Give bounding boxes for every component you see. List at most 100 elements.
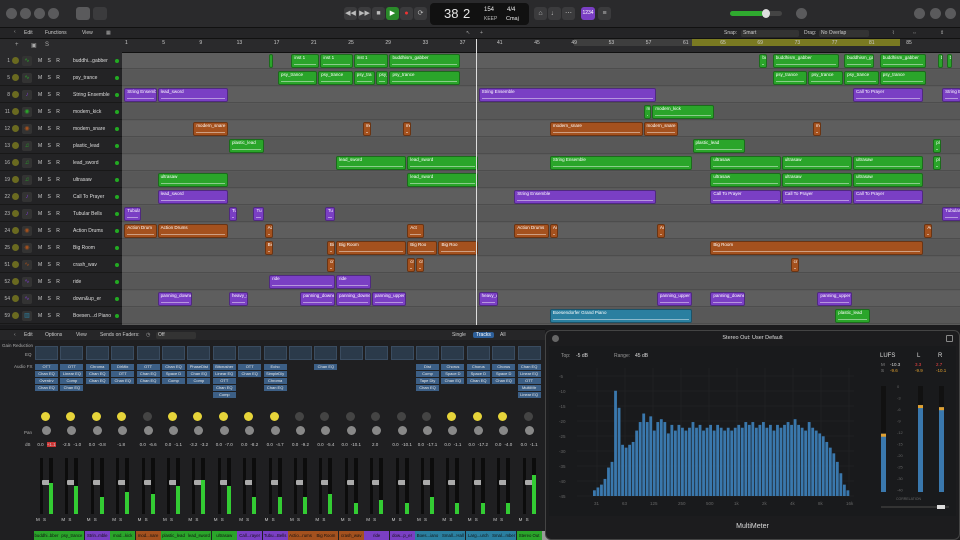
region[interactable]: ride: [269, 275, 335, 289]
cycle-region-left[interactable]: [574, 39, 692, 46]
volume-fader[interactable]: [497, 458, 510, 514]
global-tracks-icon[interactable]: S: [45, 42, 49, 48]
eq-thumbnail[interactable]: [441, 346, 465, 360]
power-icon[interactable]: [12, 57, 19, 64]
plugin-slot[interactable]: Chan EQ: [136, 371, 160, 377]
mute-solo-record-buttons[interactable]: M S R: [38, 245, 62, 251]
region[interactable]: Call To Prayer: [781, 190, 852, 204]
channel-name-label[interactable]: Smal...mber: [491, 531, 517, 540]
power-icon[interactable]: [12, 312, 19, 319]
region[interactable]: Action Drum: [124, 224, 157, 238]
track-name[interactable]: down&up_er: [73, 296, 101, 302]
track-name[interactable]: psy_trance: [73, 75, 97, 81]
channel-name-label[interactable]: mod...nare: [135, 531, 161, 540]
plugin-slot[interactable]: Chan EQ: [492, 378, 516, 384]
power-icon[interactable]: [12, 261, 19, 268]
mute-solo-buttons[interactable]: M S: [315, 517, 326, 522]
region[interactable]: mo: [402, 122, 411, 136]
region[interactable]: buddhism_gabber: [389, 54, 460, 68]
volume-fader[interactable]: [522, 458, 535, 514]
region[interactable]: Act: [656, 224, 665, 238]
region[interactable]: Tubular: [942, 207, 960, 221]
region[interactable]: modern_snare: [193, 122, 228, 136]
track-header[interactable]: 8 ♪ M S R String Ensemble: [0, 87, 122, 103]
track-header[interactable]: 13 ♫ M S R plastic_lead: [0, 138, 122, 154]
pointer-tool-icon[interactable]: ↖: [466, 30, 470, 36]
tuner-icon[interactable]: ⌂: [534, 7, 547, 20]
single-tab[interactable]: Single: [452, 332, 466, 338]
track-header[interactable]: 59 ▥ M S R Boesen...d Piano: [0, 308, 122, 324]
eq-thumbnail[interactable]: [263, 346, 287, 360]
plugin-slot[interactable]: Tape Dly: [416, 378, 439, 384]
volume-fader[interactable]: [421, 458, 433, 514]
plugin-slot[interactable]: OTT: [212, 378, 236, 384]
mute-solo-record-buttons[interactable]: M S R: [38, 211, 62, 217]
plugin-slot[interactable]: Linear EQ: [517, 392, 541, 398]
region[interactable]: Big Roo: [438, 241, 478, 255]
volume-readout[interactable]: -1.8: [110, 442, 135, 447]
mute-solo-record-buttons[interactable]: M S R: [38, 92, 62, 98]
power-icon[interactable]: [12, 227, 19, 234]
pan-knob[interactable]: [42, 426, 51, 435]
rewind-icon[interactable]: ◀◀: [344, 7, 357, 20]
region[interactable]: lead_sword: [407, 173, 478, 187]
volume-readout[interactable]: 0.0 -4.7: [263, 442, 288, 447]
plugin-slot[interactable]: Overdrv: [35, 378, 58, 384]
track-header[interactable]: 25 ◉ M S R Big Room: [0, 240, 122, 256]
plugin-slot[interactable]: Chan EQ: [35, 385, 58, 391]
region[interactable]: cr: [327, 258, 335, 272]
plugin-slot[interactable]: Chan EQ: [162, 364, 185, 370]
region[interactable]: psy_trance: [278, 71, 318, 85]
mute-solo-buttons[interactable]: M S: [214, 517, 225, 522]
playhead[interactable]: [476, 39, 477, 325]
volume-fader[interactable]: [344, 458, 357, 514]
region[interactable]: buddhism_gabber: [844, 54, 875, 68]
eq-thumbnail[interactable]: [212, 346, 236, 360]
mute-solo-record-buttons[interactable]: M S R: [38, 313, 62, 319]
power-icon[interactable]: [12, 176, 19, 183]
plugin-slot[interactable]: Chan EQ: [35, 371, 58, 377]
volume-fader[interactable]: [192, 458, 205, 514]
track-lane[interactable]: [122, 206, 960, 222]
mute-solo-buttons[interactable]: M S: [468, 517, 479, 522]
tracks-tab[interactable]: Tracks: [473, 332, 494, 338]
track-header[interactable]: 52 ∿ M S R ride: [0, 274, 122, 290]
track-name[interactable]: Call To Prayer: [73, 194, 104, 200]
sends-select[interactable]: Off: [156, 332, 196, 339]
region[interactable]: panning_downer: [157, 292, 193, 306]
power-icon[interactable]: [12, 244, 19, 251]
volume-readout[interactable]: 0.0 -8.2: [237, 442, 262, 447]
region[interactable]: psy_trance: [772, 71, 808, 85]
count-in-icon[interactable]: ⋯: [562, 7, 575, 20]
region[interactable]: ultrasaw: [853, 156, 924, 170]
region[interactable]: panning_upper: [817, 292, 853, 306]
plugin-slot[interactable]: Chan EQ: [466, 378, 490, 384]
volume-readout[interactable]: 0.0 +1.1: [34, 442, 59, 447]
power-icon[interactable]: [12, 108, 19, 115]
region[interactable]: b: [946, 54, 953, 68]
region[interactable]: Call To Prayer: [853, 88, 924, 102]
plugin-slot[interactable]: Chan EQ: [111, 378, 135, 384]
volume-readout[interactable]: 0.0 -0.8: [85, 442, 110, 447]
channel-name-label[interactable]: Larg...urch: [465, 531, 491, 540]
mute-solo-buttons[interactable]: M S: [341, 517, 352, 522]
pan-knob[interactable]: [448, 426, 458, 435]
track-name[interactable]: ride: [73, 279, 81, 285]
power-icon[interactable]: [12, 125, 19, 132]
region[interactable]: Tu: [253, 207, 264, 221]
track-header[interactable]: 54 ∿ M S R down&up_er: [0, 291, 122, 307]
eq-thumbnail[interactable]: [289, 346, 312, 360]
volume-fader[interactable]: [268, 458, 281, 514]
mute-solo-buttons[interactable]: M S: [138, 517, 149, 522]
track-header[interactable]: 16 ♫ M S R lead_sword: [0, 155, 122, 171]
metronome-icon[interactable]: ♩: [548, 7, 561, 20]
plugin-slot[interactable]: Comp: [212, 392, 236, 398]
volume-readout[interactable]: 0.0 -1.1: [161, 442, 186, 447]
region[interactable]: mo: [643, 105, 652, 119]
plugin-slot[interactable]: Chroma: [263, 378, 287, 384]
volume-readout[interactable]: -3.2 -3.2: [186, 442, 211, 447]
pan-knob[interactable]: [372, 426, 382, 435]
expand-icon[interactable]: [946, 335, 953, 342]
region[interactable]: ultrasaw: [853, 173, 924, 187]
region[interactable]: Act: [407, 224, 425, 238]
